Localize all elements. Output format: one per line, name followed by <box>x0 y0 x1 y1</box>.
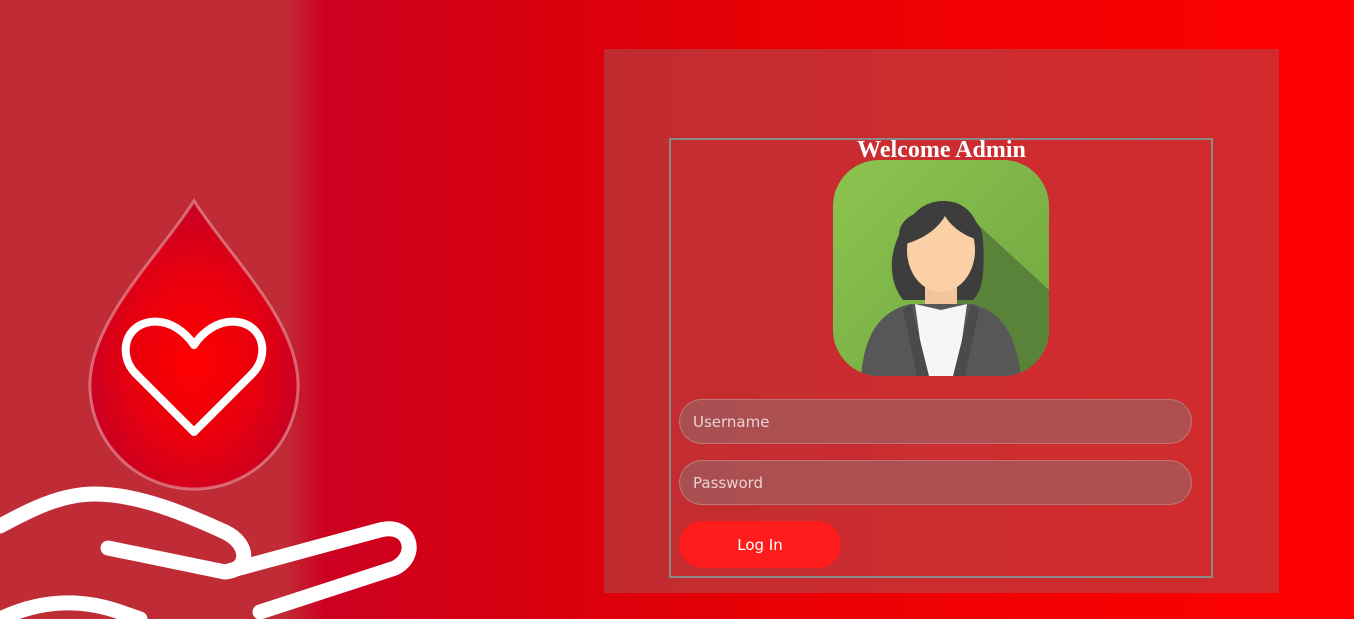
login-button[interactable]: Log In <box>679 521 841 568</box>
password-input[interactable] <box>679 460 1192 505</box>
blood-donation-hero <box>0 0 440 619</box>
username-input[interactable] <box>679 399 1192 444</box>
blood-drop-heart-hand-icon <box>0 198 417 619</box>
admin-avatar-icon <box>833 160 1049 376</box>
